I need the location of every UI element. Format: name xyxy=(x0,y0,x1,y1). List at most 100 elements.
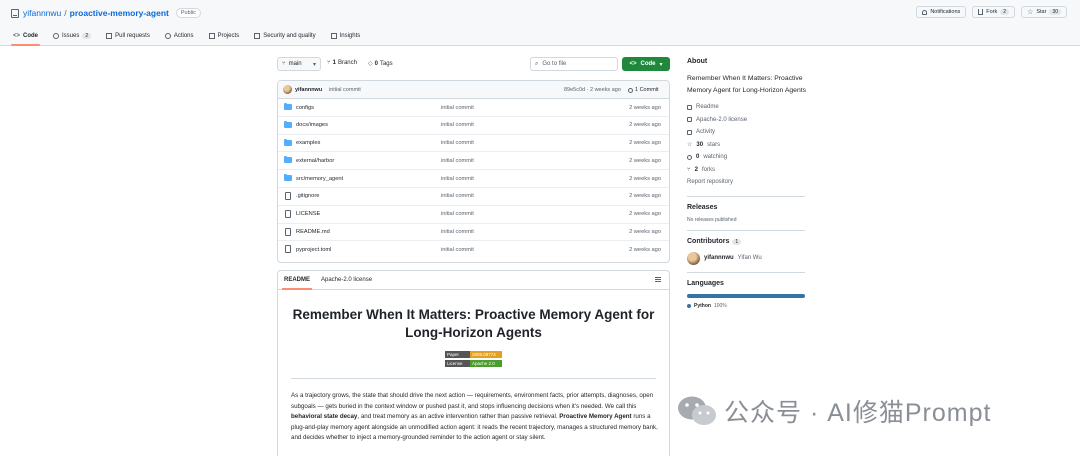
owner-link[interactable]: yifannnwu xyxy=(23,8,61,18)
code-icon: <> xyxy=(13,32,21,39)
file-name[interactable]: pyproject.toml xyxy=(296,247,331,253)
file-name[interactable]: src/memory_agent xyxy=(296,176,343,182)
no-releases-text: No releases published xyxy=(687,216,737,223)
avatar[interactable] xyxy=(283,85,292,94)
repo-name-link[interactable]: proactive-memory-agent xyxy=(70,8,169,18)
commit-author[interactable]: yifannnwu xyxy=(295,87,322,93)
tab-label: Projects xyxy=(217,32,240,39)
file-row[interactable]: docs/images initial commit 2 weeks ago xyxy=(278,117,669,135)
breadcrumb-separator: / xyxy=(64,8,67,18)
tab-label: Insights xyxy=(339,32,361,39)
file-row[interactable]: examples initial commit 2 weeks ago xyxy=(278,135,669,153)
file-age: 2 weeks ago xyxy=(629,211,661,218)
wechat-logo-icon xyxy=(678,396,716,425)
paper-badge[interactable]: Paper 2605.08774 xyxy=(445,351,505,358)
star-count: 30 xyxy=(1049,9,1061,15)
file-name[interactable]: .gitignore xyxy=(296,193,319,199)
file-row[interactable]: external/harbor initial commit 2 weeks ago xyxy=(278,152,669,171)
shield-icon xyxy=(254,32,261,39)
fork-icon: ⑂ xyxy=(687,166,691,173)
readme-badges: Paper 2605.08774 License Apache 2.0 xyxy=(445,351,505,369)
branch-icon: ⑂ xyxy=(327,60,331,66)
code-icon: <> xyxy=(629,61,637,67)
file-row[interactable]: README.md initial commit 2 weeks ago xyxy=(278,224,669,242)
avatar xyxy=(687,251,700,265)
divider xyxy=(291,378,656,379)
branches-link[interactable]: ⑂ 1 Branch xyxy=(327,60,357,66)
tab-license[interactable]: Apache-2.0 license xyxy=(321,277,372,283)
contributors-heading[interactable]: Contributors 1 xyxy=(687,238,807,245)
file-icon xyxy=(285,245,291,254)
play-icon xyxy=(164,32,171,39)
tab-code[interactable]: <> Code xyxy=(11,28,41,46)
file-name[interactable]: docs/images xyxy=(296,122,328,128)
file-row[interactable]: LICENSE initial commit 2 weeks ago xyxy=(278,206,669,224)
tab-label: Issues xyxy=(62,32,80,39)
language-item[interactable]: Python 100% xyxy=(687,303,807,309)
eye-icon xyxy=(687,154,692,160)
file-commit-message[interactable]: initial commit xyxy=(441,229,474,235)
branch-selector[interactable]: ⑂ main ▾ xyxy=(277,57,321,71)
file-name[interactable]: README.md xyxy=(296,229,330,235)
tab-insights[interactable]: Insights xyxy=(329,28,363,43)
file-name[interactable]: examples xyxy=(296,140,320,146)
file-name[interactable]: configs xyxy=(296,105,314,111)
file-commit-message[interactable]: initial commit xyxy=(441,158,474,164)
badge-label: License xyxy=(445,360,470,367)
file-commit-message[interactable]: initial commit xyxy=(441,247,474,253)
file-icon xyxy=(285,227,291,236)
table-icon xyxy=(208,32,215,39)
tab-readme[interactable]: README xyxy=(281,277,313,290)
stars-link[interactable]: ☆ 30 stars xyxy=(687,139,807,152)
file-row[interactable]: src/memory_agent initial commit 2 weeks ag… xyxy=(278,170,669,188)
tab-security[interactable]: Security and quality xyxy=(252,28,317,43)
outline-icon[interactable] xyxy=(655,277,661,282)
activity-link[interactable]: Activity xyxy=(687,126,807,139)
tab-actions[interactable]: Actions xyxy=(163,28,196,43)
report-repository-link[interactable]: Report repository xyxy=(687,176,807,189)
tab-projects[interactable]: Projects xyxy=(207,28,242,43)
file-commit-message[interactable]: initial commit xyxy=(441,105,474,111)
fork-button[interactable]: Fork 2 xyxy=(972,6,1016,18)
code-button[interactable]: <> Code ▾ xyxy=(622,57,670,71)
file-row[interactable]: pyproject.toml initial commit 2 weeks ago xyxy=(278,241,669,259)
file-commit-message[interactable]: initial commit xyxy=(441,193,474,199)
go-to-file-input[interactable]: ⌕ Go to file xyxy=(530,57,618,71)
repo-actions: Notifications Fork 2 ☆ Star 30 xyxy=(916,6,1067,18)
file-name[interactable]: LICENSE xyxy=(296,211,320,217)
commits-link[interactable]: 1 Commit xyxy=(628,87,659,93)
go-to-file-placeholder: Go to file xyxy=(542,61,567,67)
repo-description: Remember When It Matters: Proactive Memo… xyxy=(687,75,807,94)
file-commit-message[interactable]: initial commit xyxy=(441,211,474,217)
folder-icon xyxy=(284,103,292,110)
star-button[interactable]: ☆ Star 30 xyxy=(1021,6,1067,18)
tab-label: Pull requests xyxy=(115,32,150,39)
releases-heading[interactable]: Releases xyxy=(687,204,807,211)
file-commit-message[interactable]: initial commit xyxy=(441,176,474,182)
file-commit-message[interactable]: initial commit xyxy=(441,122,474,128)
tab-label: Actions xyxy=(173,32,194,39)
file-row[interactable]: configs initial commit 2 weeks ago xyxy=(278,99,669,117)
watchers-link[interactable]: 0 watching xyxy=(687,151,807,164)
forks-link[interactable]: ⑂ 2 forks xyxy=(687,164,807,177)
tab-pull-requests[interactable]: Pull requests xyxy=(104,28,152,43)
commit-sha-time[interactable]: 89e5c0d · 2 weeks ago xyxy=(564,87,621,93)
tags-count: 0 xyxy=(374,60,378,67)
file-age: 2 weeks ago xyxy=(629,122,661,129)
readme-panel: README Apache-2.0 license Remember When … xyxy=(277,270,670,456)
file-commit-message[interactable]: initial commit xyxy=(441,140,474,146)
contributor-item[interactable]: yifannnwu Yifan Wu xyxy=(687,251,807,265)
readme-title: Remember When It Matters: Proactive Memo… xyxy=(292,307,655,340)
license-link[interactable]: Apache-2.0 license xyxy=(687,114,807,127)
license-badge[interactable]: License Apache 2.0 xyxy=(445,360,505,367)
tags-link[interactable]: ◇ 0 Tags xyxy=(368,60,393,68)
star-icon: ☆ xyxy=(687,142,693,149)
file-row[interactable]: .gitignore initial commit 2 weeks ago xyxy=(278,188,669,206)
readme-link[interactable]: Readme xyxy=(687,101,807,114)
tab-issues[interactable]: Issues 2 xyxy=(51,28,93,43)
commit-message[interactable]: initial commit xyxy=(329,87,361,93)
commit-count: 1 Commit xyxy=(635,87,659,93)
notifications-button[interactable]: Notifications xyxy=(916,6,967,18)
file-name[interactable]: external/harbor xyxy=(296,158,334,164)
book-icon xyxy=(687,104,692,110)
